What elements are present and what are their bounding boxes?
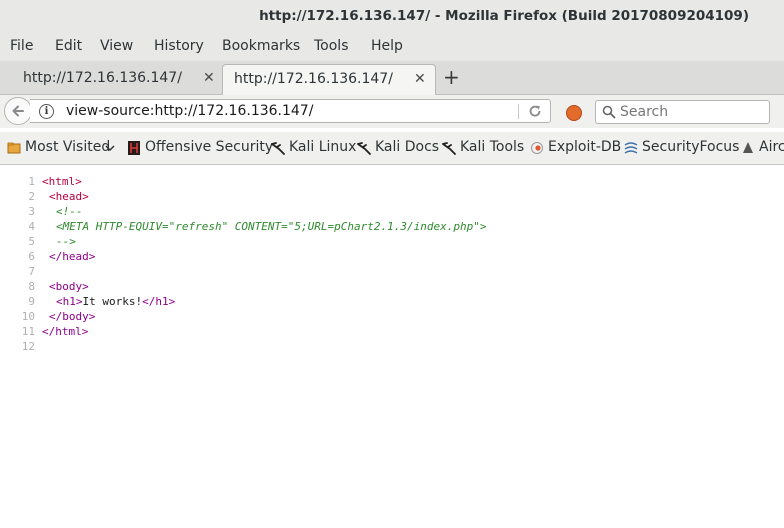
menu-history[interactable]: History — [154, 38, 204, 54]
tab-1-label: http://172.16.136.147/ — [23, 70, 182, 86]
h1-close-tag: </h1> — [142, 295, 176, 308]
search-placeholder: Search — [620, 104, 669, 120]
tab-1[interactable]: http://172.16.136.147/ ✕ — [12, 64, 222, 94]
info-icon[interactable]: i — [39, 104, 54, 119]
kali-dragon-icon — [442, 142, 456, 155]
url-separator — [518, 104, 519, 119]
close-tab-icon[interactable]: ✕ — [414, 71, 426, 87]
bookmark-most-visited[interactable]: Most Visited — [25, 139, 110, 155]
source-line-comment: --> — [56, 235, 76, 248]
source-line: <h1>It works!</h1> — [56, 295, 175, 308]
source-line: </html> — [42, 325, 89, 338]
menu-view[interactable]: View — [100, 38, 133, 54]
bookmark-securityfocus[interactable]: SecurityFocus — [642, 139, 739, 155]
addon-icon[interactable] — [566, 105, 582, 121]
kali-dragon-icon — [271, 142, 285, 155]
line-number: 1 — [28, 175, 35, 188]
source-line-comment: <META HTTP-EQUIV="refresh" CONTENT="5;UR… — [56, 220, 487, 233]
aircrack-icon — [743, 142, 753, 153]
folder-icon — [7, 142, 21, 154]
line-number: 5 — [28, 235, 35, 248]
menu-bookmarks[interactable]: Bookmarks — [222, 38, 300, 54]
close-tab-icon[interactable]: ✕ — [203, 70, 215, 86]
back-button[interactable] — [4, 97, 32, 125]
kali-dragon-icon — [357, 142, 371, 155]
source-line-comment: <!-- — [56, 205, 83, 218]
back-arrow-icon — [12, 105, 24, 117]
line-number: 10 — [21, 310, 35, 323]
source-line: <body> — [49, 280, 89, 293]
bookmark-exploit-db[interactable]: Exploit-DB — [548, 139, 621, 155]
tab-2-active[interactable]: http://172.16.136.147/ ✕ — [222, 64, 436, 95]
h1-open-tag: <h1> — [56, 295, 83, 308]
line-number: 6 — [28, 250, 35, 263]
url-bar[interactable]: i view-source:http://172.16.136.147/ — [30, 99, 551, 123]
source-line: </head> — [49, 250, 96, 263]
line-number: 2 — [28, 190, 35, 203]
bookmark-aircrack[interactable]: Airc — [759, 139, 784, 155]
source-line: </body> — [49, 310, 96, 323]
line-number: 11 — [21, 325, 35, 338]
line-number: 8 — [28, 280, 35, 293]
line-number: 9 — [28, 295, 35, 308]
h1-text: It works! — [82, 295, 143, 308]
menu-edit[interactable]: Edit — [55, 38, 82, 54]
bookmark-kali-linux[interactable]: Kali Linux — [289, 139, 356, 155]
url-text[interactable]: view-source:http://172.16.136.147/ — [66, 103, 313, 119]
menu-tools[interactable]: Tools — [314, 38, 349, 54]
search-input[interactable]: Search — [595, 100, 770, 124]
source-line: <html> — [42, 175, 82, 188]
bookmark-kali-tools[interactable]: Kali Tools — [460, 139, 524, 155]
bookmark-offensive-security[interactable]: Offensive Security — [145, 139, 273, 155]
line-number: 4 — [28, 220, 35, 233]
chevron-down-icon[interactable] — [105, 141, 115, 155]
bookmark-kali-docs[interactable]: Kali Docs — [375, 139, 439, 155]
menu-help[interactable]: Help — [371, 38, 403, 54]
line-number: 12 — [21, 340, 35, 353]
source-line: <head> — [49, 190, 89, 203]
exploitdb-icon — [531, 142, 543, 154]
menu-bar: File Edit View History Bookmarks Tools H… — [0, 34, 784, 61]
menu-file[interactable]: File — [10, 38, 33, 54]
new-tab-icon[interactable]: + — [443, 65, 460, 89]
bookmarks-toolbar: Most Visited Offensive Security Kali Lin… — [0, 132, 784, 165]
window-title: http://172.16.136.147/ - Mozilla Firefox… — [259, 8, 749, 24]
tab-2-label: http://172.16.136.147/ — [234, 71, 393, 87]
securityfocus-icon — [624, 142, 638, 154]
tab-bar: http://172.16.136.147/ ✕ http://172.16.1… — [0, 61, 784, 95]
view-source-content: 1 <html> 2 <head> 3 <!-- 4 <META HTTP-EQ… — [0, 165, 784, 528]
reload-icon[interactable] — [527, 103, 543, 119]
line-number: 7 — [28, 265, 35, 278]
offsec-icon — [128, 141, 140, 155]
search-icon — [602, 105, 616, 119]
line-number: 3 — [28, 205, 35, 218]
title-bar: http://172.16.136.147/ - Mozilla Firefox… — [0, 0, 784, 34]
